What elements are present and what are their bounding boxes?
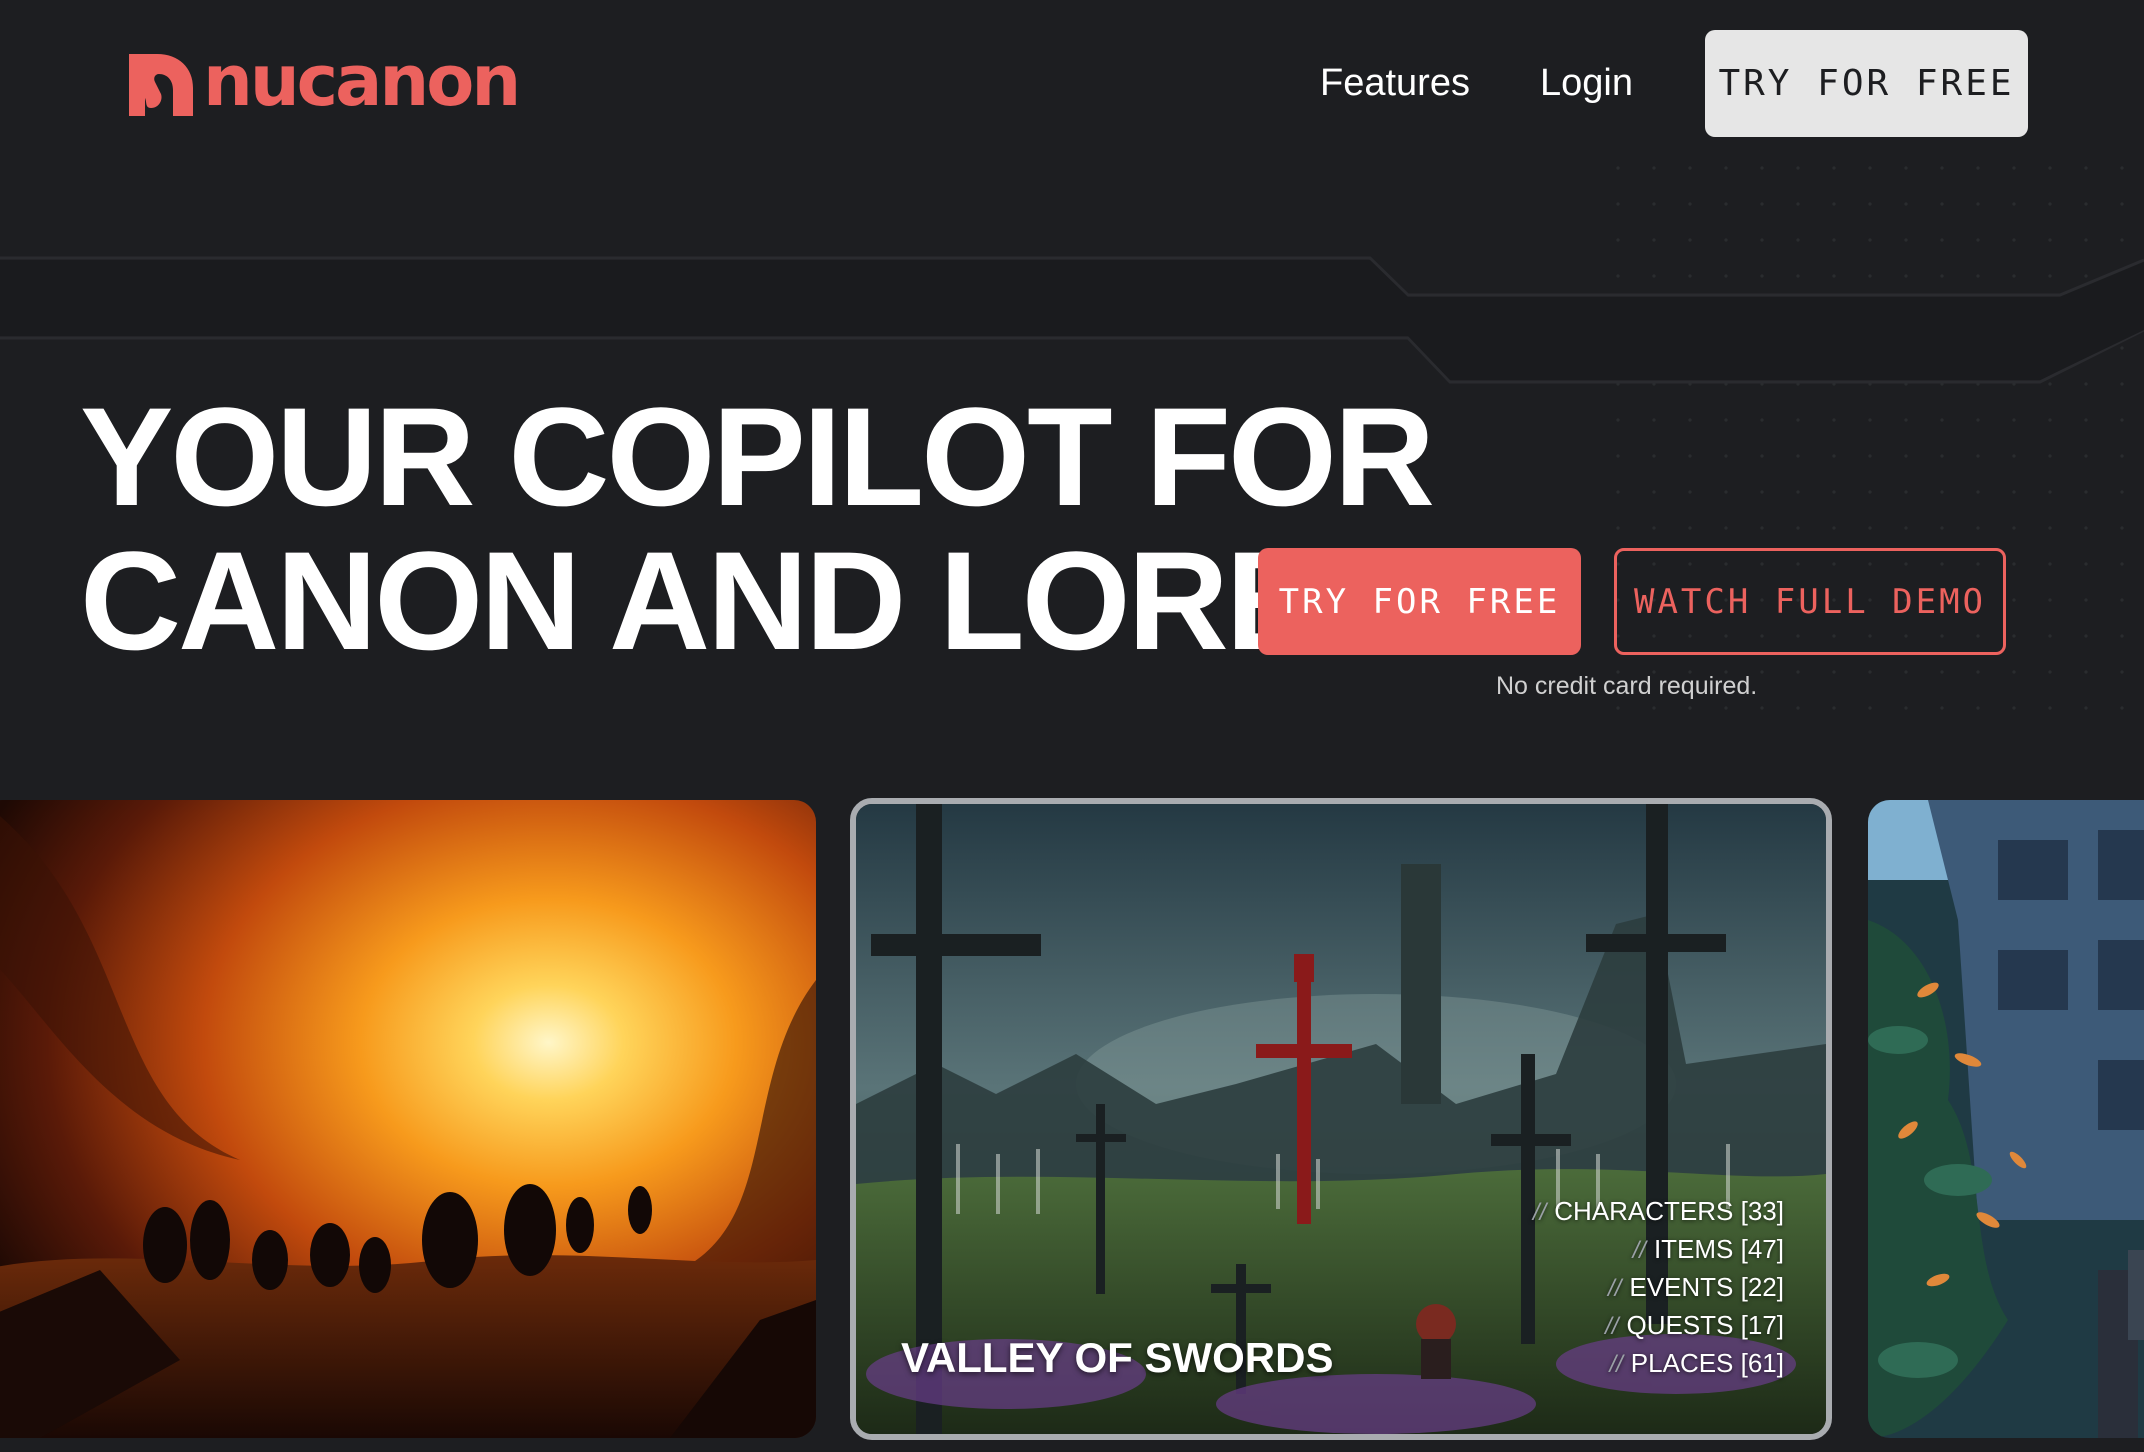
hero-title-line-1: YOUR COPILOT FOR bbox=[80, 378, 1435, 535]
stat-items[interactable]: // ITEMS [47] bbox=[1533, 1230, 1784, 1268]
double-slash-icon: // bbox=[1608, 1275, 1622, 1302]
logo-mark-icon bbox=[129, 54, 193, 116]
stat-label: ITEMS [47] bbox=[1653, 1234, 1784, 1264]
hero-title-line-2: CANON AND LORE. bbox=[80, 522, 1355, 679]
nav-link-features[interactable]: Features bbox=[1320, 62, 1470, 105]
showcase-card-overgrown-city[interactable] bbox=[1868, 800, 2144, 1438]
double-slash-icon: // bbox=[1532, 1199, 1547, 1226]
nav-link-login[interactable]: Login bbox=[1540, 62, 1633, 105]
fiery-vortex-image bbox=[0, 800, 816, 1438]
overgrown-city-image bbox=[1868, 800, 2144, 1438]
header-try-free-button[interactable]: TRY FOR FREE bbox=[1705, 30, 2028, 137]
stat-events[interactable]: // EVENTS [22] bbox=[1533, 1268, 1784, 1306]
card-title: VALLEY OF SWORDS bbox=[901, 1334, 1334, 1381]
double-slash-icon: // bbox=[1605, 1313, 1619, 1340]
card-stats-list: // CHARACTERS [33] // ITEMS [47] // EVENTS … bbox=[1533, 1192, 1784, 1382]
double-slash-icon: // bbox=[1609, 1351, 1623, 1378]
showcase-card-valley-of-swords[interactable]: VALLEY OF SWORDS // CHARACTERS [33] // ITE… bbox=[850, 798, 1832, 1440]
showcase-card-fire[interactable] bbox=[0, 800, 816, 1438]
stat-label: PLACES [61] bbox=[1630, 1348, 1784, 1378]
stat-characters[interactable]: // CHARACTERS [33] bbox=[1533, 1192, 1784, 1230]
brand-logo[interactable]: nucanon bbox=[127, 46, 521, 118]
double-slash-icon: // bbox=[1632, 1237, 1646, 1264]
stat-quests[interactable]: // QUESTS [17] bbox=[1533, 1306, 1784, 1344]
stat-label: CHARACTERS [33] bbox=[1554, 1196, 1784, 1226]
logo-wordmark: nucanon bbox=[203, 40, 521, 122]
watch-demo-button[interactable]: WATCH FULL DEMO bbox=[1614, 548, 2006, 655]
stat-places[interactable]: // PLACES [61] bbox=[1533, 1344, 1784, 1382]
stat-label: QUESTS [17] bbox=[1626, 1310, 1785, 1340]
stat-label: EVENTS [22] bbox=[1629, 1272, 1784, 1302]
hero-title: YOUR COPILOT FOR CANON AND LORE. bbox=[80, 378, 1435, 679]
no-credit-card-note: No credit card required. bbox=[1496, 672, 1758, 700]
hero-try-free-button[interactable]: TRY FOR FREE bbox=[1258, 548, 1581, 655]
